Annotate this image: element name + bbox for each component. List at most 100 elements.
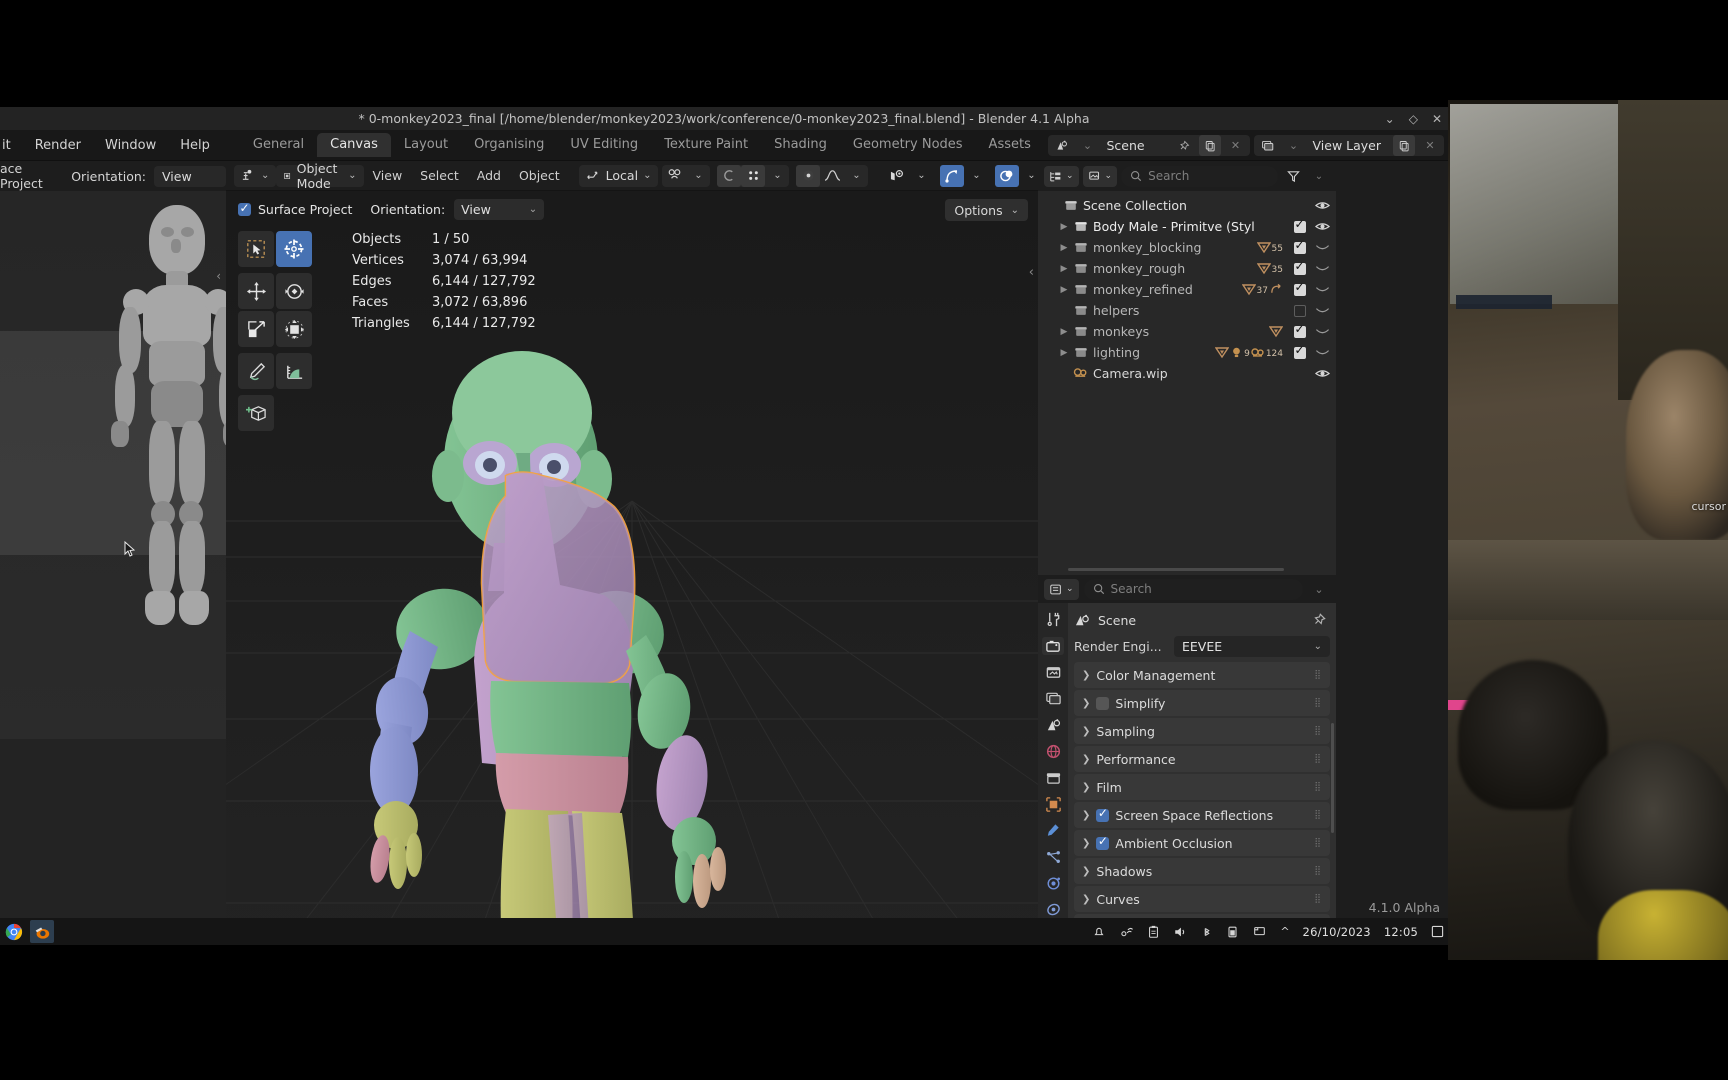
cursor-tool[interactable] [276, 231, 312, 267]
panel-curves[interactable]: ❯ Curves ⣿ [1074, 886, 1330, 912]
properties-tab-collection[interactable] [1042, 769, 1064, 786]
properties-search-input[interactable]: Search [1083, 578, 1303, 600]
properties-tab-tool[interactable] [1042, 611, 1064, 628]
properties-tab-output[interactable] [1042, 664, 1064, 681]
simplify-checkbox[interactable] [1096, 696, 1110, 710]
notification-bell-icon[interactable] [1092, 925, 1106, 939]
eye-closed-icon[interactable] [1315, 326, 1330, 337]
panel-performance[interactable]: ❯ Performance ⣿ [1074, 746, 1330, 772]
disclosure-triangle-icon[interactable]: ▶ [1056, 327, 1072, 337]
chevron-down-icon[interactable]: ⌄ [1283, 135, 1305, 156]
outliner-row-camera-wip[interactable]: Camera.wip [1038, 363, 1336, 384]
viewport-menu-add[interactable]: Add [468, 168, 510, 183]
left-orientation-dropdown[interactable]: View [154, 165, 226, 187]
disclosure-triangle-icon[interactable]: ▶ [1056, 243, 1072, 253]
chevron-down-icon[interactable]: ⌄ [909, 165, 933, 187]
panel-color-management[interactable]: ❯ Color Management ⣿ [1074, 662, 1330, 688]
eye-closed-icon[interactable] [1315, 284, 1330, 295]
outliner-row-monkeys[interactable]: ▶ monkeys [1038, 321, 1336, 342]
rotate-tool[interactable] [276, 273, 312, 309]
annotate-tool[interactable] [238, 353, 274, 389]
bluetooth-icon[interactable] [1201, 925, 1213, 939]
panel-simplify[interactable]: ❯ Simplify ⣿ [1074, 690, 1330, 716]
chevron-down-icon[interactable]: ⌄ [964, 165, 988, 187]
eye-closed-icon[interactable] [1315, 305, 1330, 316]
left-viewport-canvas[interactable]: ‹ [0, 191, 226, 739]
properties-tab-physics[interactable] [1042, 875, 1064, 892]
falloff-curve-icon[interactable] [820, 165, 844, 187]
tab-texture-paint[interactable]: Texture Paint [651, 133, 761, 157]
exclude-checkbox[interactable] [1294, 280, 1306, 296]
disclosure-triangle-icon[interactable]: ▶ [1056, 348, 1072, 358]
tab-layout[interactable]: Layout [391, 133, 461, 157]
exclude-checkbox[interactable] [1294, 259, 1306, 275]
properties-tab-view-layer[interactable] [1042, 690, 1064, 707]
transform-tool[interactable] [276, 311, 312, 347]
eye-open-icon[interactable] [1315, 368, 1330, 379]
snap-magnet-icon[interactable] [662, 165, 686, 187]
object-visibility-icon[interactable] [885, 165, 909, 187]
screen-space-reflections-checkbox[interactable] [1096, 806, 1110, 822]
panel-sampling[interactable]: ❯ Sampling ⣿ [1074, 718, 1330, 744]
properties-scrollbar[interactable] [1331, 723, 1334, 833]
menu-edit[interactable]: it [0, 130, 23, 161]
volume-icon[interactable] [1173, 925, 1188, 939]
panel-screen-space-reflections[interactable]: ❯ Screen Space Reflections ⣿ [1074, 802, 1330, 828]
transform-orientation-selector[interactable]: Local ⌄ [578, 164, 659, 187]
close-button[interactable]: ✕ [1432, 112, 1442, 126]
viewport-3d[interactable]: Surface Project Orientation: View ⌄ Opti… [226, 191, 1038, 945]
view-layer-selector[interactable]: ⌄ View Layer ✕ [1253, 135, 1444, 156]
disclosure-triangle-icon[interactable]: ▶ [1056, 285, 1072, 295]
outliner-display-mode-icon[interactable]: ⌄ [1044, 165, 1079, 187]
show-hidden-icons-chevron[interactable]: ^ [1280, 925, 1289, 938]
panel-film[interactable]: ❯ Film ⣿ [1074, 774, 1330, 800]
scale-tool[interactable] [238, 311, 274, 347]
exclude-checkbox[interactable] [1294, 217, 1306, 233]
proportional-edit-icon[interactable] [717, 164, 742, 187]
chevron-down-icon[interactable]: ⌄ [844, 165, 868, 187]
outliner-row-scene-collection[interactable]: Scene Collection [1038, 195, 1336, 216]
outliner-id-type-icon[interactable]: ⌄ [1082, 165, 1118, 187]
unlink-scene-button[interactable]: ✕ [1225, 135, 1247, 156]
exclude-checkbox[interactable] [1294, 343, 1306, 359]
proportional-falloff-toggle-icon[interactable] [796, 164, 821, 187]
add-cube-tool[interactable] [238, 395, 274, 431]
tab-assets[interactable]: Assets [976, 133, 1044, 157]
outliner-row-monkey-blocking[interactable]: ▶ monkey_blocking 55 [1038, 237, 1336, 258]
view-layer-name[interactable]: View Layer [1309, 138, 1390, 153]
tab-shading[interactable]: Shading [761, 133, 840, 157]
ambient-occlusion-checkbox[interactable] [1096, 834, 1110, 850]
tweak-select-tool[interactable] [238, 231, 274, 267]
measure-tool[interactable] [276, 353, 312, 389]
action-center-icon[interactable] [1431, 925, 1444, 938]
taskbar-time[interactable]: 12:05 [1384, 925, 1418, 939]
scene-name[interactable]: Scene [1103, 138, 1169, 153]
properties-tab-scene[interactable] [1042, 717, 1064, 734]
snap-element-grid-icon[interactable] [741, 164, 766, 187]
properties-editor-icon[interactable]: ⌄ [1044, 578, 1079, 600]
viewport-menu-object[interactable]: Object [510, 168, 569, 183]
outliner-row-lighting[interactable]: ▶ lighting 9 124 ✓ [1038, 342, 1336, 363]
viewport-menu-select[interactable]: Select [411, 168, 468, 183]
exclude-checkbox[interactable] [1294, 238, 1306, 254]
outliner-row-body-male[interactable]: ▶ Body Male - Primitve (Styl [1038, 216, 1336, 237]
taskbar-date[interactable]: 26/10/2023 [1303, 925, 1371, 939]
gizmo-icon[interactable] [940, 164, 965, 187]
new-view-layer-button[interactable] [1393, 135, 1415, 156]
move-tool[interactable] [238, 273, 274, 309]
chevron-down-icon[interactable]: ⌄ [1077, 135, 1099, 156]
chevron-down-icon[interactable]: ⌄ [686, 165, 710, 187]
tab-canvas[interactable]: Canvas [317, 133, 391, 157]
panel-ambient-occlusion[interactable]: ❯ Ambient Occlusion ⣿ [1074, 830, 1330, 856]
editor-type-selector[interactable]: ⌄ [234, 164, 277, 187]
disclosure-triangle-icon[interactable]: ▶ [1056, 264, 1072, 274]
viewport-options-button[interactable]: Options ⌄ [945, 199, 1028, 221]
outliner-row-helpers[interactable]: helpers [1038, 300, 1336, 321]
clipboard-icon[interactable] [1147, 925, 1160, 939]
chrome-taskbar-icon[interactable] [2, 920, 26, 943]
menu-render[interactable]: Render [23, 130, 93, 161]
network-icon[interactable] [1119, 925, 1134, 939]
menu-help[interactable]: Help [168, 130, 222, 161]
outliner-row-monkey-rough[interactable]: ▶ monkey_rough 35 [1038, 258, 1336, 279]
blender-taskbar-icon[interactable] [30, 920, 54, 943]
